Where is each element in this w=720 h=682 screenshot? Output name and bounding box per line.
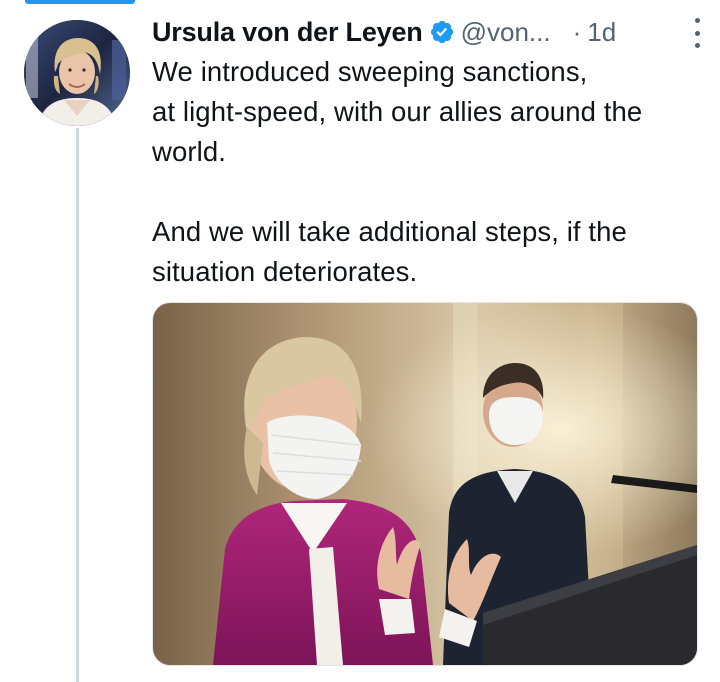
tweet-photo[interactable] xyxy=(152,302,698,666)
avatar[interactable] xyxy=(24,20,130,126)
timestamp[interactable]: 1d xyxy=(587,17,616,48)
author-handle[interactable]: @von... xyxy=(461,17,551,48)
more-options-icon[interactable] xyxy=(692,18,702,48)
thread-connector-line xyxy=(76,128,79,682)
tweet-header: Ursula von der Leyen @von... · 1d xyxy=(152,14,700,50)
photo-image xyxy=(153,303,697,665)
avatar-image xyxy=(24,20,130,126)
author-name[interactable]: Ursula von der Leyen xyxy=(152,17,423,48)
active-tab-indicator xyxy=(25,0,135,4)
separator-dot: · xyxy=(572,16,582,47)
verified-badge-icon xyxy=(429,19,455,45)
tweet-text: We introduced sweeping sanctions, at lig… xyxy=(152,56,643,287)
